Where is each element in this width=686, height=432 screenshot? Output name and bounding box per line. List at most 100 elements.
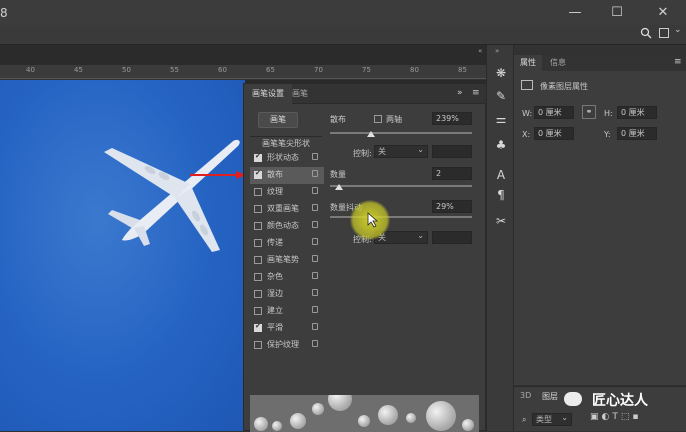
mouse-pointer-icon xyxy=(367,212,379,228)
lock-icon[interactable] xyxy=(312,340,318,347)
tab-layers[interactable]: 图层 xyxy=(542,391,558,402)
brush-option-row[interactable]: 传递 xyxy=(250,235,324,252)
brush-option-row[interactable]: 形状动态 xyxy=(250,150,324,167)
brush-option-label: 纹理 xyxy=(267,187,283,196)
tools-icon[interactable]: ✂ xyxy=(491,211,511,231)
lock-icon[interactable] xyxy=(312,153,318,160)
brush-option-checkbox[interactable] xyxy=(254,152,262,162)
panel-layout-icon[interactable] xyxy=(659,28,669,38)
ruler-tick: 70 xyxy=(314,66,323,74)
brush-option-checkbox[interactable] xyxy=(254,256,262,264)
watermark-text: 匠心达人 xyxy=(592,393,648,409)
layer-filter-icons[interactable]: ▣◐T⬚▪ xyxy=(590,412,641,422)
pixel-layer-icon xyxy=(521,80,533,90)
x-label: X: xyxy=(522,130,531,139)
watermark: 匠心达人 xyxy=(560,388,686,412)
lock-icon[interactable] xyxy=(312,306,318,313)
scatter-slider-knob[interactable] xyxy=(367,131,376,137)
brush-option-checkbox[interactable] xyxy=(254,341,262,349)
red-arrow-annotation xyxy=(190,171,246,179)
brush-option-label: 保护纹理 xyxy=(267,340,299,349)
brush-option-row[interactable]: 画笔笔势 xyxy=(250,252,324,269)
lock-icon[interactable] xyxy=(312,323,318,330)
brush-option-row[interactable]: 湿边 xyxy=(250,286,324,303)
airplane-image xyxy=(104,139,240,252)
search-icon[interactable] xyxy=(640,27,652,39)
panel-collapse-icon[interactable]: » xyxy=(457,88,463,98)
panel-menu-icon[interactable]: ≡ xyxy=(674,57,682,67)
paragraph-icon[interactable]: ¶ xyxy=(491,185,511,205)
lock-icon[interactable] xyxy=(312,289,318,296)
panel-menu-icon[interactable]: ≡ xyxy=(472,88,480,98)
brush-option-checkbox[interactable] xyxy=(254,222,262,230)
brush-option-row[interactable]: 纹理 xyxy=(250,184,324,201)
brush-option-row[interactable]: 保护纹理 xyxy=(250,337,324,354)
sliders-icon[interactable]: ⚌ xyxy=(491,109,511,129)
tab-info[interactable]: 信息 xyxy=(544,55,572,71)
link-icon[interactable]: ⚭ xyxy=(582,105,596,119)
brush-option-checkbox[interactable] xyxy=(254,239,262,247)
count-jitter-value-field[interactable]: 29% xyxy=(432,200,472,213)
count-label: 数量 xyxy=(330,170,346,179)
layer-filter-select[interactable]: 类型 xyxy=(532,412,572,426)
lock-icon[interactable] xyxy=(312,255,318,262)
brush-option-row[interactable]: 建立 xyxy=(250,303,324,320)
tab-3d[interactable]: 3D xyxy=(520,391,531,400)
brush-presets-button[interactable]: 画笔 xyxy=(258,112,298,128)
brush-tip-shape-item[interactable]: 画笔笔尖形状 xyxy=(250,136,322,150)
brush-option-row[interactable]: 杂色 xyxy=(250,269,324,286)
chevron-down-icon[interactable]: ⌄ xyxy=(674,25,682,35)
w-label: W: xyxy=(522,109,533,118)
tab-brush[interactable]: 画笔 xyxy=(284,84,316,104)
lock-icon[interactable] xyxy=(312,272,318,279)
scatter-slider[interactable] xyxy=(330,132,472,134)
document-canvas[interactable] xyxy=(0,80,245,431)
height-field[interactable]: 0 厘米 xyxy=(617,106,657,119)
count-slider-knob[interactable] xyxy=(334,184,343,190)
brush-option-checkbox[interactable] xyxy=(254,290,262,298)
ruler-tick: 60 xyxy=(218,66,227,74)
brush-option-checkbox[interactable] xyxy=(254,188,262,196)
count-slider[interactable] xyxy=(330,185,472,187)
x-field[interactable]: 0 厘米 xyxy=(534,127,574,140)
brush-option-checkbox[interactable] xyxy=(254,322,262,332)
brush-option-row[interactable]: 平滑 xyxy=(250,320,324,337)
brush-option-label: 双重画笔 xyxy=(267,204,299,213)
width-field[interactable]: 0 厘米 xyxy=(534,106,574,119)
collapse-arrows-icon[interactable]: « xyxy=(478,47,482,55)
control1-label: 控制: xyxy=(353,149,372,158)
ruler-tick: 85 xyxy=(458,66,467,74)
brush-option-row[interactable]: 双重画笔 xyxy=(250,201,324,218)
control1-extra-field xyxy=(432,145,472,158)
horizontal-ruler: 40 45 50 55 60 65 70 75 80 85 xyxy=(0,65,486,79)
lock-icon[interactable] xyxy=(312,221,318,228)
brush-option-checkbox[interactable] xyxy=(254,307,262,315)
close-button[interactable]: ✕ xyxy=(656,6,670,20)
count-value-field[interactable]: 2 xyxy=(432,167,472,180)
minimize-button[interactable]: — xyxy=(568,6,582,20)
control1-select[interactable]: 关 xyxy=(374,144,428,158)
scatter-value-field[interactable]: 239% xyxy=(432,112,472,125)
y-field[interactable]: 0 厘米 xyxy=(617,127,657,140)
both-axes-checkbox[interactable] xyxy=(374,115,382,123)
brush-option-checkbox[interactable] xyxy=(254,169,262,179)
lock-icon[interactable] xyxy=(312,238,318,245)
ruler-tick: 75 xyxy=(362,66,371,74)
collapse-arrows-icon[interactable]: » xyxy=(495,47,499,55)
lock-icon[interactable] xyxy=(312,170,318,177)
lock-icon[interactable] xyxy=(312,204,318,211)
scatter-label: 散布 xyxy=(330,115,346,124)
brush-settings-icon[interactable]: ✎ xyxy=(491,86,511,106)
control2-extra-field xyxy=(432,231,472,244)
lock-icon[interactable] xyxy=(312,187,318,194)
character-icon[interactable]: A xyxy=(491,165,511,185)
maximize-button[interactable]: ☐ xyxy=(610,6,624,20)
clone-source-icon[interactable]: ♣ xyxy=(491,135,511,155)
compass-icon[interactable]: ❋ xyxy=(491,63,511,83)
brush-option-row[interactable]: 散布 xyxy=(250,167,324,184)
brush-option-row[interactable]: 颜色动态 xyxy=(250,218,324,235)
tab-properties[interactable]: 属性 xyxy=(514,55,542,71)
brush-option-label: 建立 xyxy=(267,306,283,315)
brush-option-checkbox[interactable] xyxy=(254,205,262,213)
brush-option-checkbox[interactable] xyxy=(254,273,262,281)
